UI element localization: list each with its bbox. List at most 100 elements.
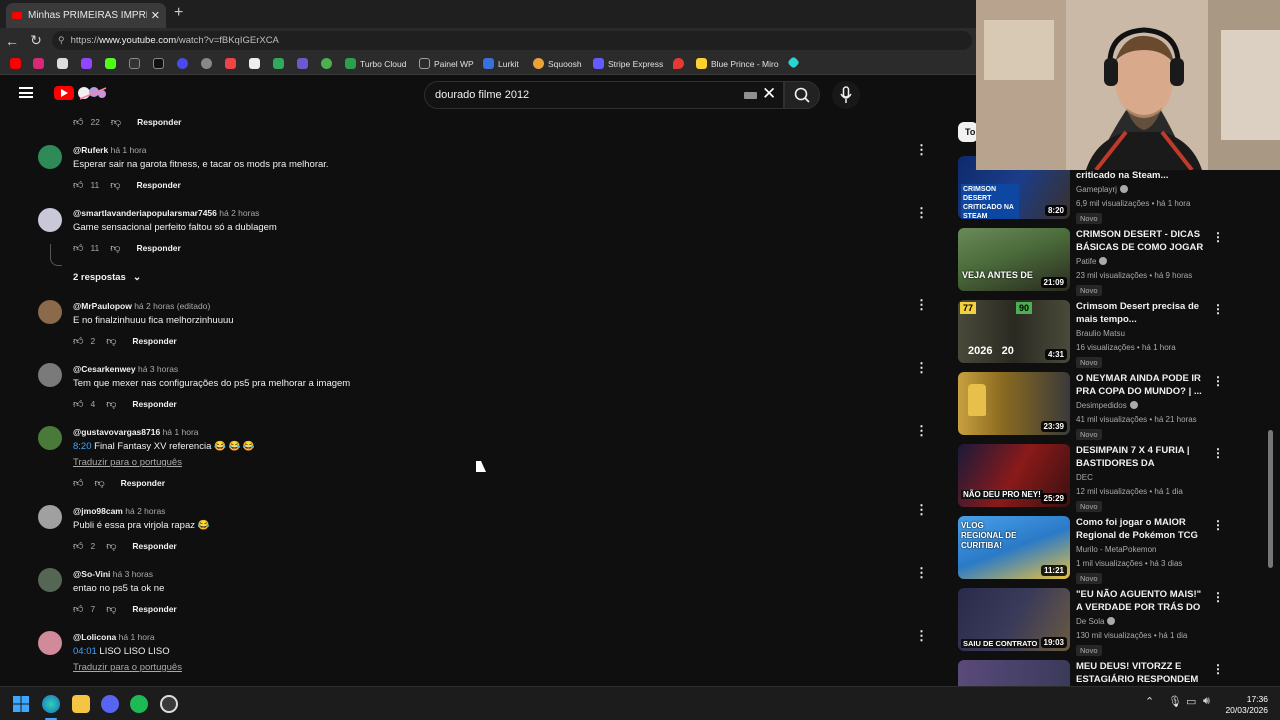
bookmark-blue-prince-miro[interactable]: Blue Prince - Miro (696, 58, 779, 69)
video-thumbnail[interactable]: SAIU DE CONTRATO 19:03 (958, 588, 1070, 651)
reply-button[interactable]: Responder (132, 336, 176, 346)
avatar[interactable] (38, 426, 62, 450)
reload-icon[interactable]: ↻ (24, 32, 48, 49)
x-bookmark-icon[interactable] (129, 58, 140, 69)
dislike-icon[interactable]: 👎︎ (110, 242, 120, 254)
tray-microphone-icon[interactable]: 🎙︎ (1168, 695, 1182, 708)
address-bar[interactable]: ⚲ https://www.youtube.com/watch?v=fBKqIG… (52, 31, 972, 50)
video-title[interactable]: criticado na Steam... (1076, 169, 1208, 182)
twitch-bookmark-icon[interactable] (81, 58, 92, 69)
video-channel[interactable]: DEC (1076, 473, 1093, 482)
video-more-icon[interactable]: ⋮ (1212, 662, 1224, 676)
video-more-icon[interactable]: ⋮ (1212, 590, 1224, 604)
dislike-icon[interactable]: 👎︎ (106, 540, 116, 552)
video-channel[interactable]: Gameplayrj (1076, 185, 1128, 194)
comment-time[interactable]: há 2 horas (125, 506, 165, 516)
comment-time[interactable]: há 1 hora (163, 427, 199, 437)
tab-close-icon[interactable]: ✕ (151, 9, 160, 22)
translate-link[interactable]: Traduzir para o português (73, 457, 182, 468)
back-arrow-icon[interactable]: ← (0, 33, 24, 49)
video-card[interactable]: SAIU DE CONTRATO 19:03 "EU NÃO AGUENTO M… (958, 588, 1273, 656)
like-icon[interactable]: 👍︎ (73, 477, 83, 489)
video-card[interactable]: 77 90 2026 20 4:31 Crimsom Desert precis… (958, 300, 1273, 368)
reply-button[interactable]: Responder (132, 604, 176, 614)
avatar[interactable] (38, 145, 62, 169)
video-thumbnail[interactable]: NÃO DEU PRO NEY! 25:29 (958, 444, 1070, 507)
avatar[interactable] (38, 505, 62, 529)
video-channel[interactable]: Patife (1076, 257, 1108, 266)
new-tab-button[interactable]: + (174, 4, 183, 22)
amazon-bookmark-icon[interactable] (57, 58, 68, 69)
comment-more-icon[interactable]: ⋮ (915, 566, 928, 579)
file-explorer-icon[interactable] (72, 695, 90, 713)
video-channel[interactable]: De Sola (1076, 617, 1116, 626)
reply-button[interactable]: Responder (132, 399, 176, 409)
bookmark-icon-8[interactable] (177, 58, 188, 69)
video-more-icon[interactable]: ⋮ (1212, 230, 1224, 244)
comment-more-icon[interactable]: ⋮ (915, 424, 928, 437)
video-title[interactable]: Crimsom Desert precisa de mais tempo... (1076, 300, 1208, 326)
reply-button[interactable]: Responder (136, 243, 180, 253)
voice-search-button[interactable] (832, 81, 860, 109)
comment-more-icon[interactable]: ⋮ (915, 298, 928, 311)
comment-more-icon[interactable]: ⋮ (915, 206, 928, 219)
bookmark-icon-9[interactable] (201, 58, 212, 69)
bookmark-painel-wp[interactable]: Painel WP (419, 58, 474, 69)
comment-time[interactable]: há 1 hora (111, 145, 147, 155)
maps-bookmark-icon[interactable] (673, 58, 684, 69)
video-thumbnail[interactable]: 77 90 2026 20 4:31 (958, 300, 1070, 363)
dislike-icon[interactable]: 👎︎ (94, 477, 104, 489)
spotify-icon[interactable] (130, 695, 148, 713)
comment-author[interactable]: @gustavovargas8716 (73, 427, 160, 437)
dislike-icon[interactable]: 👎︎ (106, 335, 116, 347)
drive-bookmark-icon[interactable] (321, 58, 332, 69)
youtube-logo[interactable] (54, 86, 74, 100)
dislike-icon[interactable]: 👎︎ (106, 603, 116, 615)
video-card[interactable]: NÃO DEU PRO NEY! 25:29 DESIMPAIN 7 X 4 F… (958, 444, 1273, 512)
translate-link[interactable]: Traduzir para o português (73, 662, 182, 673)
bookmark-lurkit[interactable]: Lurkit (483, 58, 519, 69)
bookmark-turbo-cloud[interactable]: Turbo Cloud (345, 58, 406, 69)
video-more-icon[interactable]: ⋮ (1212, 446, 1224, 460)
dislike-icon[interactable]: 👎︎ (106, 398, 116, 410)
comment-author[interactable]: @smartlavanderiapopularsmar7456 (73, 208, 217, 218)
search-input[interactable]: dourado filme 2012 (424, 81, 784, 109)
like-icon[interactable]: 👍︎ (73, 242, 83, 254)
like-icon[interactable]: 👍︎ (73, 540, 83, 552)
video-title[interactable]: DESIMPAIN 7 X 4 FURIA | BASTIDORES DA CO… (1076, 444, 1208, 470)
reply-button[interactable]: Responder (121, 478, 165, 488)
video-title[interactable]: MEU DEUS! VITORZZ E ESTAGIÁRIO RESPONDEM… (1076, 660, 1208, 686)
video-thumbnail[interactable] (958, 660, 1070, 686)
video-card[interactable]: MEU DEUS! VITORZZ E ESTAGIÁRIO RESPONDEM… (958, 660, 1273, 686)
comment-more-icon[interactable]: ⋮ (915, 143, 928, 156)
like-icon[interactable]: 👍︎ (73, 179, 83, 191)
like-icon[interactable]: 👍︎ (73, 603, 83, 615)
filter-chip[interactable]: To (958, 122, 978, 142)
menu-icon[interactable] (19, 87, 33, 98)
comment-time[interactable]: há 2 horas (219, 208, 259, 218)
sidebar-scrollbar[interactable] (1268, 170, 1273, 680)
video-thumbnail[interactable]: VLOG REGIONAL DE CURITIBA! 11:21 (958, 516, 1070, 579)
bookmark-stripe-express[interactable]: Stripe Express (593, 58, 663, 69)
reply-button[interactable]: Responder (137, 117, 181, 127)
bookmark-squoosh[interactable]: Squoosh (533, 58, 582, 69)
video-card[interactable]: 23:39 O NEYMAR AINDA PODE IR PRA COPA DO… (958, 372, 1273, 440)
comment-more-icon[interactable]: ⋮ (915, 503, 928, 516)
scrollbar-thumb[interactable] (1268, 430, 1273, 568)
gmail-bookmark-icon[interactable] (225, 58, 236, 69)
bookmark-icon-diamond[interactable] (787, 56, 800, 69)
comment-timestamp-link[interactable]: 04:01 (73, 646, 97, 657)
avatar[interactable] (38, 568, 62, 592)
browser-tab-active[interactable]: Minhas PRIMEIRAS IMPRESSÕES d ✕ (6, 3, 166, 28)
video-channel[interactable]: Braulio Matsu (1076, 329, 1125, 338)
avatar[interactable] (38, 363, 62, 387)
video-channel[interactable]: Murilo - MetaPokemon (1076, 545, 1156, 554)
show-replies-button[interactable]: 2 respostas ⌄ (73, 272, 141, 283)
comment-author[interactable]: @MrPaulopow (73, 301, 132, 311)
avatar[interactable] (38, 631, 62, 655)
system-clock[interactable]: 17:36 20/03/2026 (1222, 694, 1268, 716)
video-channel[interactable]: Desimpedidos (1076, 401, 1138, 410)
reply-button[interactable]: Responder (136, 180, 180, 190)
comment-more-icon[interactable]: ⋮ (915, 629, 928, 642)
instagram-bookmark-icon[interactable] (33, 58, 44, 69)
